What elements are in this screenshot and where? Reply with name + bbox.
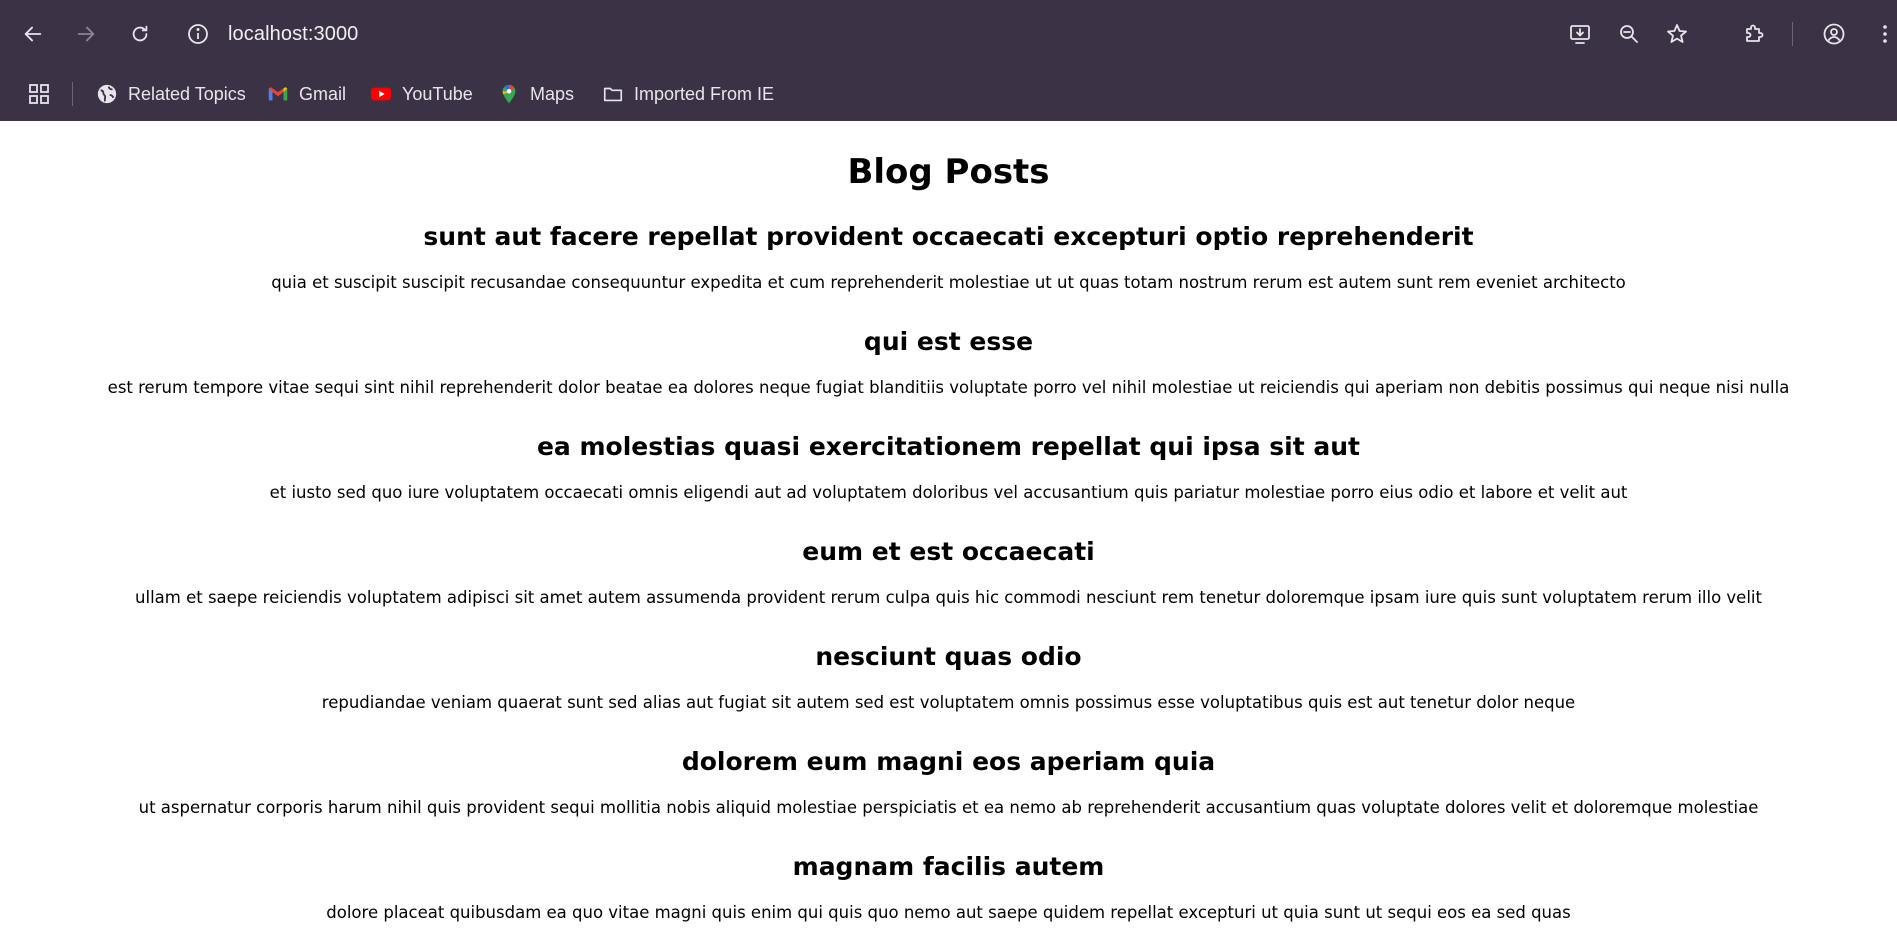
post-body: repudiandae veniam quaerat sunt sed alia…	[321, 693, 1576, 712]
post-body: est rerum tempore vitae sequi sint nihil…	[107, 378, 1790, 397]
post-title: qui est esse	[863, 327, 1034, 356]
post-body: et iusto sed quo iure voluptatem occaeca…	[269, 483, 1628, 502]
page-content: Blog Posts sunt aut facere repellat prov…	[0, 121, 1897, 934]
post-body: dolore placeat quibusdam ea quo vitae ma…	[326, 903, 1571, 922]
post-item: ea molestias quasi exercitationem repell…	[0, 430, 1897, 504]
post-title: sunt aut facere repellat provident occae…	[423, 222, 1474, 251]
post-title: ea molestias quasi exercitationem repell…	[536, 432, 1361, 461]
post-body: ut aspernatur corporis harum nihil quis …	[138, 798, 1759, 817]
page-title: Blog Posts	[847, 152, 1050, 192]
post-item: qui est esse est rerum tempore vitae seq…	[0, 325, 1897, 399]
post-body: quia et suscipit suscipit recusandae con…	[271, 273, 1626, 292]
post-title: dolorem eum magni eos aperiam quia	[681, 747, 1216, 776]
post-item: magnam facilis autem dolore placeat quib…	[0, 850, 1897, 924]
post-body: ullam et saepe reiciendis voluptatem adi…	[135, 588, 1762, 607]
post-item: sunt aut facere repellat provident occae…	[0, 220, 1897, 294]
post-item: dolorem eum magni eos aperiam quia ut as…	[0, 745, 1897, 819]
post-title: magnam facilis autem	[792, 852, 1105, 881]
post-title: nesciunt quas odio	[815, 642, 1082, 671]
post-item: eum et est occaecati ullam et saepe reic…	[0, 535, 1897, 609]
post-item: nesciunt quas odio repudiandae veniam qu…	[0, 640, 1897, 714]
post-title: eum et est occaecati	[802, 537, 1095, 566]
